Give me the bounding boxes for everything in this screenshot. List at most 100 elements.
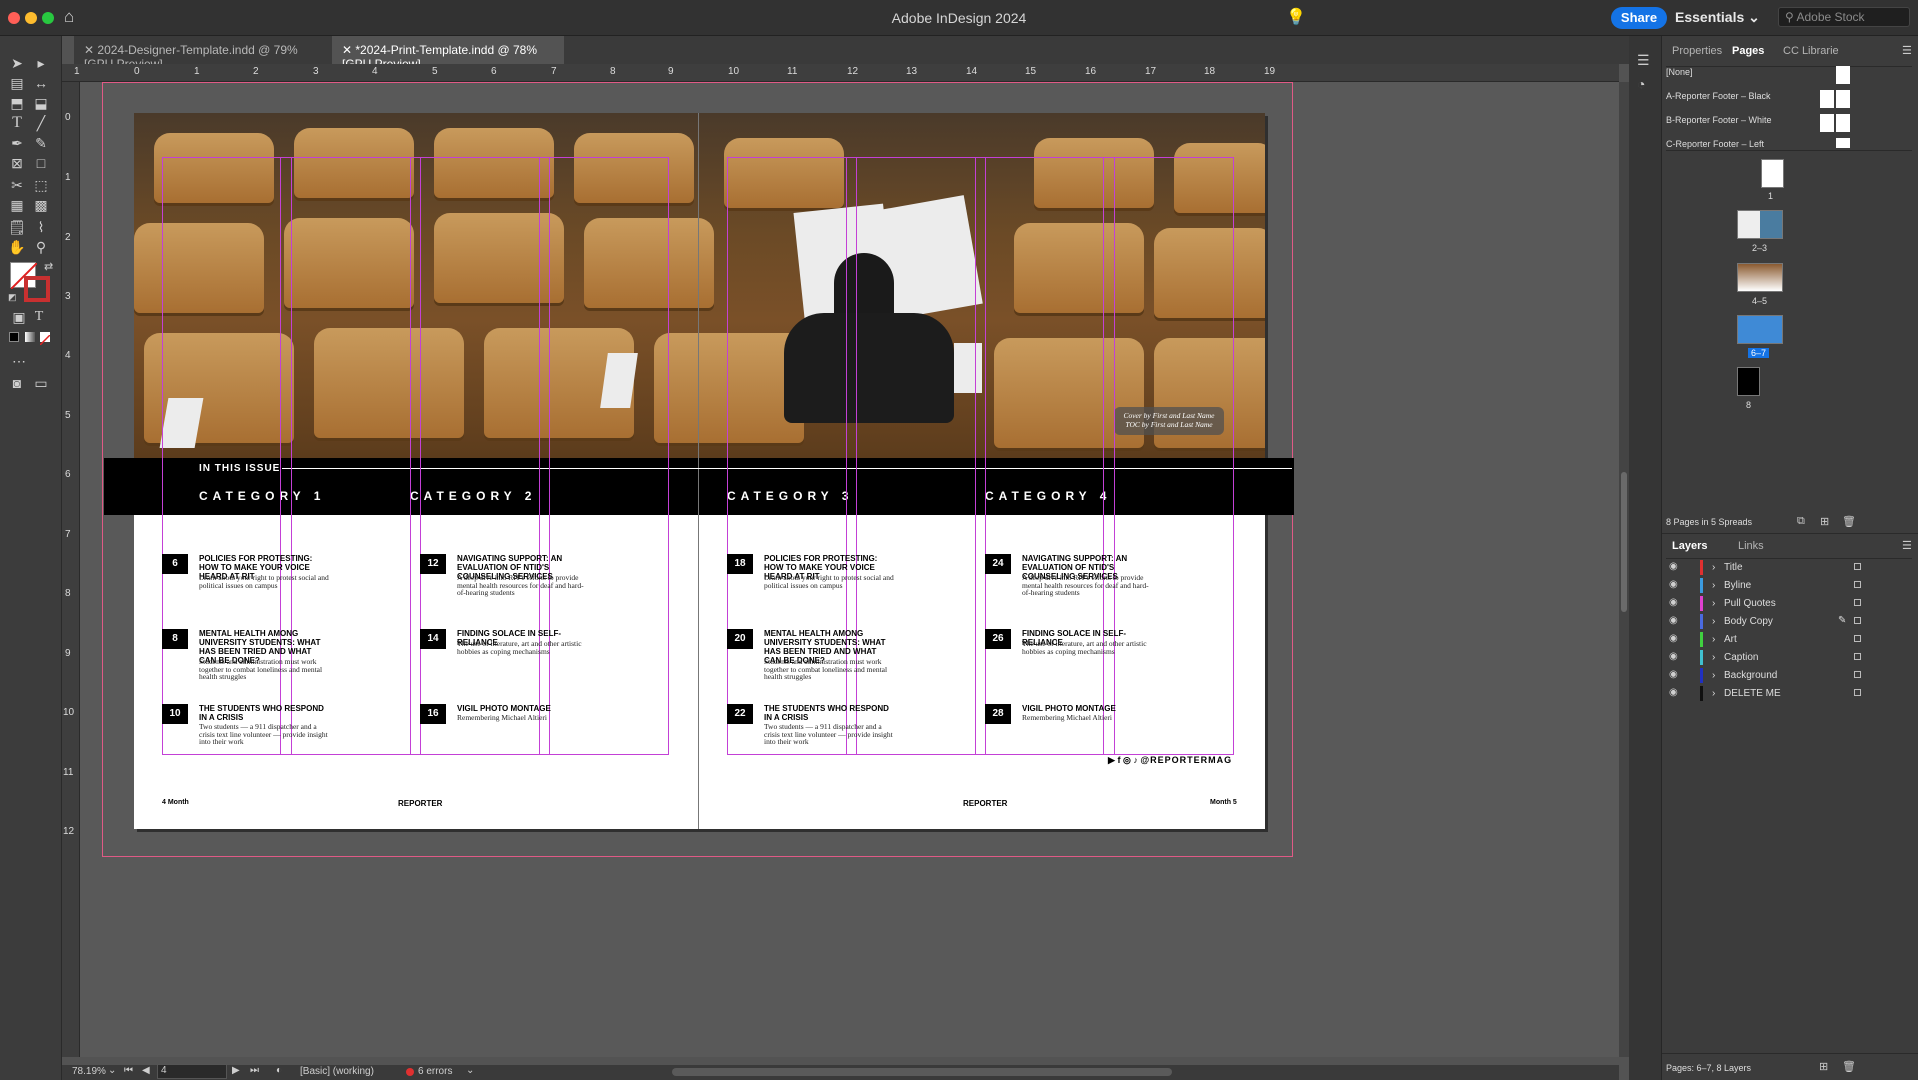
selection-tool-icon[interactable]: ➤: [8, 54, 26, 72]
close-tab-icon[interactable]: ✕: [84, 43, 97, 57]
eye-icon[interactable]: ◉: [1669, 669, 1678, 680]
swap-fill-stroke-icon[interactable]: ⇄: [44, 260, 53, 273]
master-thumb[interactable]: [1836, 114, 1850, 132]
doc-tab-active[interactable]: ✕ *2024-Print-Template.indd @ 78% [GPU P…: [332, 36, 564, 71]
more-tools-icon[interactable]: ⋯: [10, 352, 28, 370]
tab-cc-libraries[interactable]: CC Librarie: [1783, 45, 1839, 57]
tab-links[interactable]: Links: [1738, 540, 1764, 552]
panel-options-icon[interactable]: ☰: [1902, 539, 1912, 552]
preflight-icon[interactable]: ◐: [276, 1065, 282, 1076]
vertical-scrollbar[interactable]: [1619, 82, 1629, 1057]
close-tab-icon[interactable]: ✕: [342, 43, 355, 57]
hand-tool-icon[interactable]: ✋: [8, 238, 26, 256]
delete-page-icon[interactable]: 🗑: [1842, 515, 1856, 528]
delete-layer-icon[interactable]: 🗑: [1842, 1060, 1856, 1073]
page-thumb-4-5[interactable]: [1737, 263, 1783, 292]
vertical-ruler[interactable]: 0 1 2 3 4 5 6 7 8 9 10 11 12: [62, 82, 80, 1057]
first-page-icon[interactable]: ⏮: [124, 1065, 133, 1076]
tab-properties[interactable]: Properties: [1672, 45, 1722, 57]
master-none[interactable]: [None]: [1666, 67, 1693, 77]
prev-page-icon[interactable]: ◀: [142, 1065, 150, 1076]
doc-tab[interactable]: ✕ 2024-Designer-Template.indd @ 79% [GPU…: [74, 36, 332, 71]
gradient-feather-tool-icon[interactable]: ▩: [32, 196, 50, 214]
error-count[interactable]: 6 errors: [418, 1066, 452, 1077]
layer-target[interactable]: [1854, 599, 1861, 606]
expand-icon[interactable]: ›: [1712, 616, 1715, 627]
effects-icon[interactable]: ◔: [1637, 76, 1645, 92]
eye-icon[interactable]: ◉: [1669, 651, 1678, 662]
scissors-tool-icon[interactable]: ✂: [8, 176, 26, 194]
share-button[interactable]: Share: [1611, 7, 1667, 29]
apply-none-icon[interactable]: [39, 332, 51, 346]
eye-icon[interactable]: ◉: [1669, 615, 1678, 626]
direct-selection-tool-icon[interactable]: ▸: [32, 54, 50, 72]
layer-target[interactable]: [1854, 581, 1861, 588]
eye-icon[interactable]: ◉: [1669, 561, 1678, 572]
master-thumb[interactable]: [1820, 114, 1834, 132]
horizontal-ruler[interactable]: 1 0 1 2 3 4 5 6 7 8 9 10 11 12 13 14 15 …: [62, 64, 1619, 82]
workspace-switcher[interactable]: Essentials ⌄: [1675, 9, 1760, 26]
layer-target[interactable]: [1854, 635, 1861, 642]
content-collector-icon[interactable]: ⬒: [8, 94, 26, 112]
default-fill-stroke-icon[interactable]: ◩: [8, 292, 17, 303]
pasteboard[interactable]: Cover by First and Last Name TOC by Firs…: [80, 82, 1619, 1057]
tab-layers[interactable]: Layers: [1672, 540, 1707, 552]
layer-row[interactable]: ◉ › Body Copy ✎: [1666, 613, 1864, 631]
last-page-icon[interactable]: ⏭: [250, 1065, 259, 1076]
panel-options-icon[interactable]: ☰: [1902, 44, 1912, 57]
page-spread[interactable]: Cover by First and Last Name TOC by Firs…: [104, 113, 1294, 829]
eyedropper-tool-icon[interactable]: ⌇: [32, 218, 50, 236]
master-thumb[interactable]: [1836, 66, 1850, 84]
layer-target[interactable]: [1854, 617, 1861, 624]
page-number-field[interactable]: 4: [157, 1064, 227, 1079]
gradient-swatch-tool-icon[interactable]: ▦: [8, 196, 26, 214]
edit-page-size-icon[interactable]: ⧉: [1797, 515, 1805, 528]
line-tool-icon[interactable]: ╱: [32, 114, 50, 132]
chevron-down-icon[interactable]: ⌄: [466, 1065, 474, 1076]
page-tool-icon[interactable]: ▤: [8, 74, 26, 92]
apply-color-icon[interactable]: [9, 332, 19, 342]
zoom-tool-icon[interactable]: ⚲: [32, 238, 50, 256]
page-thumb-6-7[interactable]: [1737, 315, 1783, 344]
type-tool-icon[interactable]: T: [8, 114, 26, 132]
master-c[interactable]: C-Reporter Footer – Left: [1666, 139, 1764, 149]
page-thumb-8[interactable]: [1737, 367, 1760, 396]
layer-row[interactable]: ◉ › Caption: [1666, 649, 1864, 667]
view-mode-icon[interactable]: ◙: [8, 374, 26, 392]
eye-icon[interactable]: ◉: [1669, 633, 1678, 644]
formatting-container-icon[interactable]: ▣: [10, 308, 28, 326]
layer-target[interactable]: [1854, 563, 1861, 570]
adobe-stock-search[interactable]: ⚲ Adobe Stock: [1778, 7, 1910, 27]
layer-row[interactable]: ◉ › Art: [1666, 631, 1864, 649]
style-profile[interactable]: [Basic] (working): [300, 1066, 374, 1077]
eye-icon[interactable]: ◉: [1669, 687, 1678, 698]
layer-row[interactable]: ◉ › Title: [1666, 559, 1864, 577]
gap-tool-icon[interactable]: ↔: [32, 74, 50, 92]
panel-menu-icon[interactable]: ☰: [1637, 52, 1650, 69]
expand-icon[interactable]: ›: [1712, 598, 1715, 609]
zoom-level[interactable]: 78.19%: [72, 1066, 106, 1077]
expand-icon[interactable]: ›: [1712, 670, 1715, 681]
note-tool-icon[interactable]: 🗒: [8, 218, 26, 236]
pencil-tool-icon[interactable]: ✎: [32, 134, 50, 152]
next-page-icon[interactable]: ▶: [232, 1065, 240, 1076]
layer-row[interactable]: ◉ › Background: [1666, 667, 1864, 685]
new-page-icon[interactable]: ⊞: [1820, 515, 1829, 528]
eye-icon[interactable]: ◉: [1669, 579, 1678, 590]
master-thumb[interactable]: [1836, 138, 1850, 148]
horizontal-scrollbar[interactable]: [672, 1068, 1172, 1076]
scrollbar-thumb[interactable]: [1621, 472, 1627, 612]
eye-icon[interactable]: ◉: [1669, 597, 1678, 608]
master-a[interactable]: A-Reporter Footer – Black: [1666, 91, 1771, 101]
formatting-text-icon[interactable]: T: [30, 308, 48, 326]
expand-icon[interactable]: ›: [1712, 562, 1715, 573]
master-b[interactable]: B-Reporter Footer – White: [1666, 115, 1772, 125]
free-transform-tool-icon[interactable]: ⬚: [32, 176, 50, 194]
layer-row[interactable]: ◉ › DELETE ME: [1666, 685, 1864, 703]
tab-pages[interactable]: Pages: [1732, 45, 1764, 57]
pen-tool-icon[interactable]: ✒: [8, 134, 26, 152]
lightbulb-icon[interactable]: 💡: [1286, 7, 1306, 27]
expand-icon[interactable]: ›: [1712, 580, 1715, 591]
new-layer-icon[interactable]: ⊞: [1819, 1060, 1828, 1073]
layer-row[interactable]: ◉ › Pull Quotes: [1666, 595, 1864, 613]
